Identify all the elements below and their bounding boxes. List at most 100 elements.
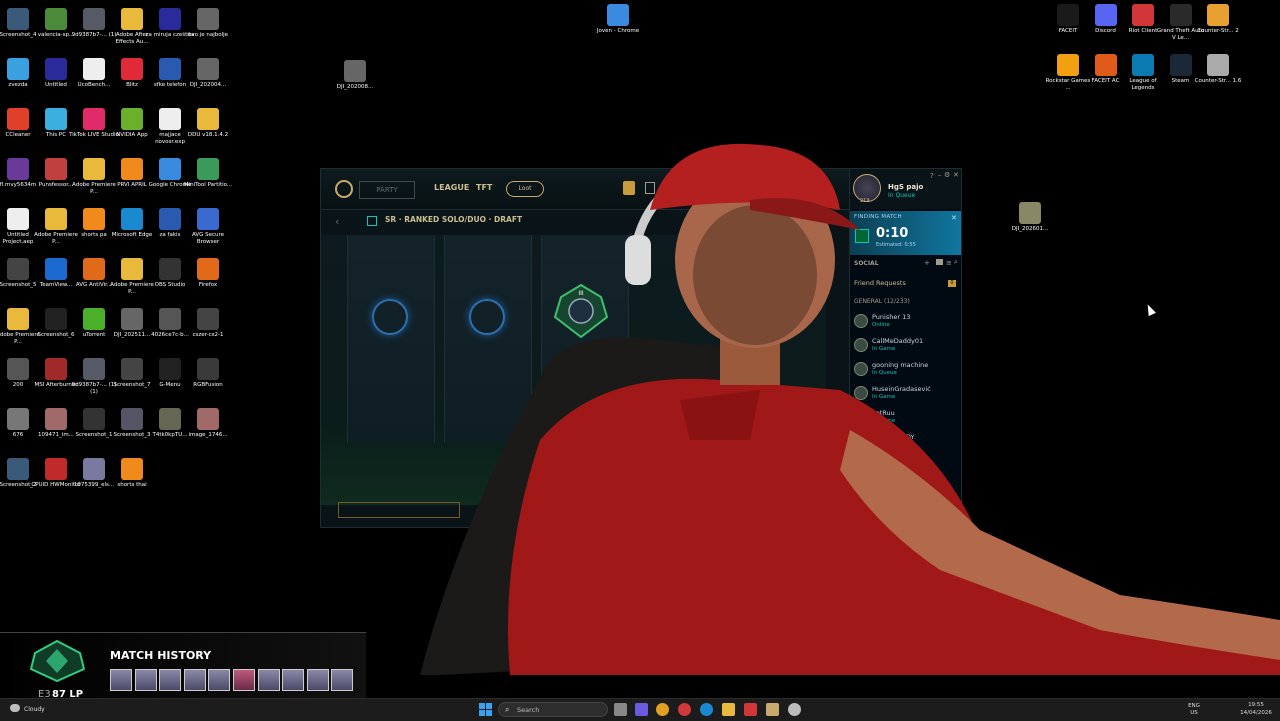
riot-client-taskbar-icon[interactable] (744, 703, 757, 716)
desktop-shortcut-icon (1132, 54, 1154, 76)
desktop-shortcut-icon (121, 408, 143, 430)
desktop-left-icon-11[interactable]: DJI_202004... (183, 58, 233, 89)
desktop-icon-label: cszer-cs2-1 (192, 332, 224, 338)
desktop-left-icon-53[interactable]: image_1746... (183, 408, 233, 439)
desktop-middle-icon-0[interactable]: Joven - Chrome (593, 4, 643, 35)
desktop-shortcut-icon (197, 308, 219, 330)
desktop-shortcut-icon (7, 258, 29, 280)
desktop-shortcut-icon (159, 258, 181, 280)
desktop-shortcut-icon (1169, 54, 1192, 76)
desktop-icon-label: AVG Secure Browser (191, 232, 225, 245)
desktop-icon-label: DDU v18.1.4.2 (187, 132, 229, 138)
desktop-shortcut-icon (1132, 4, 1154, 26)
desktop-shortcut-icon (83, 308, 105, 330)
clock-time[interactable]: 19:55 (1236, 702, 1276, 709)
desktop-shortcut-icon (197, 8, 219, 30)
language-indicator[interactable]: ENG US (1186, 703, 1202, 716)
desktop-right-icon-9[interactable]: Counter-Str... 1.6 (1193, 54, 1243, 85)
desktop-middle-icon-1[interactable]: DJI_202008... (330, 60, 380, 91)
desktop-shortcut-icon (197, 208, 219, 230)
clock-date[interactable]: 14/04/2026 (1236, 710, 1276, 717)
desktop-shortcut-icon (45, 58, 67, 80)
desktop-shortcut-icon (83, 358, 105, 380)
desktop-shortcut-icon (45, 108, 67, 130)
match-champion-icon (183, 669, 206, 691)
desktop-icon-label: shorts thai (117, 482, 147, 488)
desktop-icon-label: image_1746... (188, 432, 228, 438)
league-taskbar-icon[interactable] (766, 703, 779, 716)
desktop-shortcut-icon (83, 8, 105, 30)
desktop-icon-label: DJI_202004... (189, 82, 227, 88)
desktop-shortcut-icon (1207, 54, 1229, 76)
search-icon: ⌕ (505, 705, 510, 714)
match-champion-icon (257, 669, 280, 691)
desktop-shortcut-icon (159, 58, 181, 80)
desktop-shortcut-icon (121, 208, 143, 230)
desktop-shortcut-icon (197, 408, 219, 430)
file-explorer-icon[interactable] (722, 703, 735, 716)
desktop-shortcut-icon (45, 358, 67, 380)
start-button[interactable] (479, 703, 492, 716)
desktop-icon-label: Counter-Str... 2 (1197, 28, 1239, 34)
desktop-left-icon-17[interactable]: DDU v18.1.4.2 (183, 108, 233, 139)
match-champion-icon (306, 669, 329, 691)
desktop-shortcut-icon (159, 158, 181, 180)
party-button[interactable]: PARTY (359, 181, 415, 199)
desktop-icon-label: DJI_202008... (336, 84, 374, 90)
desktop-left-icon-41[interactable]: cszer-cs2-1 (183, 308, 233, 339)
desktop-shortcut-icon (1094, 54, 1117, 76)
match-champion-icon (331, 669, 354, 691)
desktop-left-icon-47[interactable]: RGBFusion (183, 358, 233, 389)
desktop-shortcut-icon (121, 158, 143, 180)
match-champion-icon (110, 669, 132, 691)
desktop-shortcut-icon (121, 108, 143, 130)
desktop-shortcut-icon (197, 158, 219, 180)
desktop-left-icon-23[interactable]: MiniTool Partitio... (183, 158, 233, 189)
desktop-shortcut-icon (7, 58, 29, 80)
desktop-shortcut-icon (159, 8, 181, 30)
desktop-icon-label: MiniTool Partitio... (183, 182, 233, 188)
chrome-profile-taskbar-icon[interactable] (678, 703, 691, 716)
desktop-shortcut-icon (45, 258, 67, 280)
match-champion-icon (134, 669, 157, 691)
copilot-icon[interactable] (635, 703, 648, 716)
queue-mode-icon (367, 216, 377, 226)
rank-emerald-emblem-icon (30, 639, 85, 683)
desktop-shortcut-icon (83, 108, 105, 130)
desktop-shortcut-icon (197, 358, 219, 380)
taskbar-search[interactable]: ⌕ Search (498, 702, 608, 717)
desktop-shortcut-icon (83, 458, 105, 480)
match-champion-icon (282, 669, 305, 691)
desktop-shortcut-icon (159, 308, 181, 330)
desktop-left-icon-29[interactable]: AVG Secure Browser (183, 208, 233, 245)
task-view-icon[interactable] (614, 703, 627, 716)
desktop-shortcut-icon (1057, 54, 1079, 76)
desktop-shortcut-icon (607, 4, 629, 26)
desktop-shortcut-icon (83, 58, 105, 80)
desktop-shortcut-icon (121, 58, 143, 80)
desktop-shortcut-icon (83, 208, 105, 230)
webcam-overlay (420, 143, 1280, 675)
desktop-shortcut-icon (7, 308, 29, 330)
search-placeholder: Search (517, 706, 540, 714)
desktop-icon-label: Counter-Str... 1.6 (1194, 78, 1242, 84)
weather-widget[interactable]: Cloudy (24, 706, 45, 713)
desktop-left-icon-57[interactable]: shorts thai (107, 458, 157, 489)
desktop-shortcut-icon (7, 358, 29, 380)
desktop-shortcut-icon (7, 158, 29, 180)
desktop-shortcut-icon (83, 258, 105, 280)
league-logo-icon[interactable] (335, 180, 353, 198)
desktop-shortcut-icon (45, 158, 67, 180)
obs-taskbar-icon[interactable] (788, 703, 801, 716)
desktop-shortcut-icon (45, 308, 67, 330)
desktop-left-icon-35[interactable]: Firefox (183, 258, 233, 289)
back-arrow-icon[interactable]: ‹ (335, 215, 339, 228)
desktop-right-icon-4[interactable]: Counter-Str... 2 (1193, 4, 1243, 35)
desktop-shortcut-icon (159, 408, 181, 430)
desktop-shortcut-icon (45, 208, 67, 230)
edge-taskbar-icon[interactable] (700, 703, 713, 716)
chrome-taskbar-icon[interactable] (656, 703, 669, 716)
desktop-left-icon-5[interactable]: ovo je najbolje (183, 8, 233, 39)
invite-slot-1[interactable] (372, 299, 408, 335)
desktop-shortcut-icon (1057, 4, 1079, 26)
